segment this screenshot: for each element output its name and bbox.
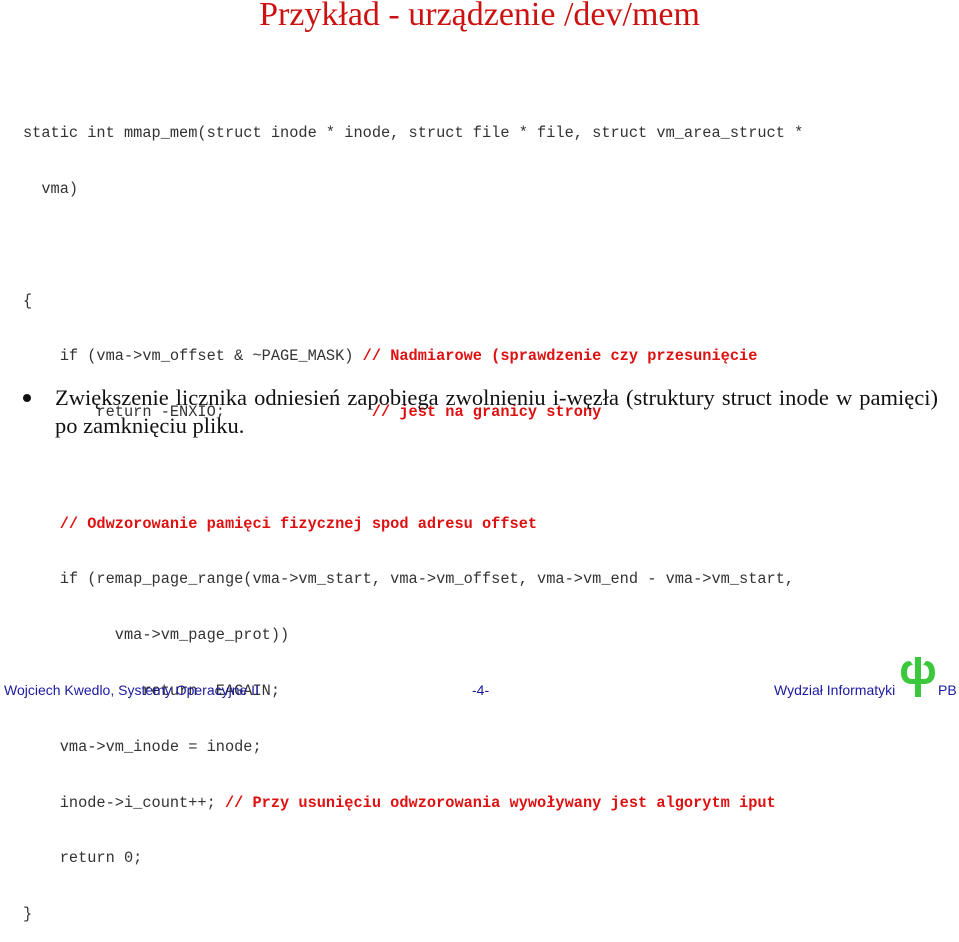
phi-logo-icon [901, 657, 935, 697]
code-comment: // Nadmiarowe (sprawdzenie czy przesunię… [362, 347, 758, 366]
code-comment: // Przy usunięciu odwzorowania wywoływan… [224, 793, 776, 812]
footer-pb: PB [938, 682, 957, 698]
slide-title: Przykład - urządzenie /dev/mem [259, 0, 700, 33]
bullet-item: Zwiększenie licznika odniesień zapobiega… [23, 384, 938, 440]
code-line: return 0; [23, 849, 143, 868]
footer-page-number: -4- [472, 682, 490, 698]
footer-author: Wojciech Kwedlo, Systemy Operacyjne II [4, 682, 259, 698]
code-line: inode->i_count++; // Przy usunięciu odwz… [23, 794, 803, 813]
code-line: vma->vm_inode = inode; [23, 737, 262, 756]
code-block: static int mmap_mem(struct inode * inode… [23, 87, 803, 942]
bullet-icon [23, 394, 31, 402]
code-line: static int mmap_mem(struct inode * inode… [23, 124, 804, 143]
code-line: vma->vm_page_prot)) [23, 626, 290, 645]
code-line: if (vma->vm_offset & ~PAGE_MASK) // Nadm… [23, 347, 803, 366]
code-line: } [23, 905, 33, 924]
code-line: vma) [23, 179, 79, 198]
code-line: if (remap_page_range(vma->vm_start, vma-… [23, 570, 795, 589]
code-comment: // Odwzorowanie pamięci fizycznej spod a… [23, 514, 538, 533]
footer-faculty: Wydział Informatyki [774, 682, 896, 698]
bullet-text: Zwiększenie licznika odniesień zapobiega… [55, 385, 938, 438]
code-line: { [23, 291, 33, 310]
code-text: inode->i_count++; [23, 793, 225, 812]
code-text: if (vma->vm_offset & ~PAGE_MASK) [23, 347, 363, 366]
